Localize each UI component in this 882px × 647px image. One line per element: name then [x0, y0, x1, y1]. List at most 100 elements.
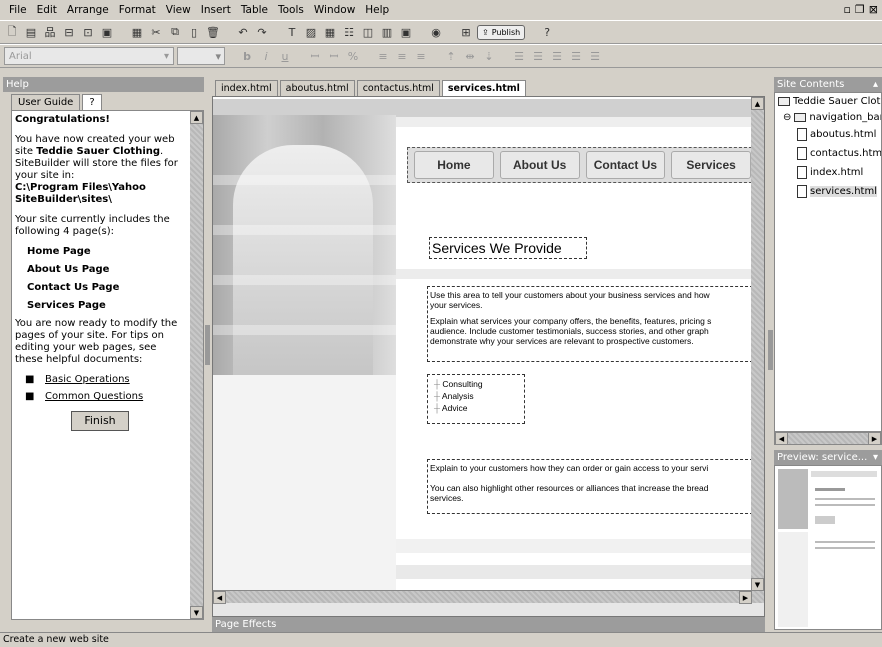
splitter-handle[interactable]: [205, 325, 210, 365]
page-title[interactable]: Services We Provide: [429, 237, 587, 259]
menu-table[interactable]: Table: [236, 4, 273, 16]
scroll-down-icon[interactable]: ▼: [190, 606, 203, 619]
tab-contactus[interactable]: contactus.html: [356, 80, 440, 96]
numbered-list-icon[interactable]: ☰: [530, 48, 546, 64]
services-list[interactable]: Consulting Analysis Advice: [427, 374, 525, 424]
bullet-list-icon[interactable]: ☰: [511, 48, 527, 64]
close-icon[interactable]: ⊠: [869, 3, 878, 16]
nav-home[interactable]: Home: [414, 151, 494, 179]
tab-user-guide[interactable]: User Guide: [11, 94, 81, 110]
image-icon[interactable]: ▨: [303, 24, 319, 40]
chevron-down-icon[interactable]: ▾: [873, 450, 878, 465]
print-icon[interactable]: ▦: [129, 24, 145, 40]
tab-aboutus[interactable]: aboutus.html: [279, 80, 355, 96]
tree-root[interactable]: Teddie Sauer Clot: [778, 96, 880, 107]
editor-scrollbar[interactable]: ▲ ▼: [751, 97, 764, 603]
indent-icon[interactable]: ☰: [568, 48, 584, 64]
minimize-icon[interactable]: ▫: [843, 3, 850, 16]
tree-file[interactable]: aboutus.html: [797, 128, 876, 141]
menu-insert[interactable]: Insert: [196, 4, 236, 16]
outdent-icon[interactable]: ☰: [549, 48, 565, 64]
list-style-icon[interactable]: ☰: [587, 48, 603, 64]
upload-icon[interactable]: ⊞: [458, 24, 474, 40]
new-icon[interactable]: 🗋: [4, 24, 20, 40]
nav-services[interactable]: Services: [671, 151, 751, 179]
splitter-handle[interactable]: [768, 330, 773, 370]
menu-arrange[interactable]: Arrange: [62, 4, 114, 16]
tree-file-selected[interactable]: services.html: [797, 185, 877, 198]
header-photo[interactable]: [213, 115, 396, 375]
scroll-left-icon[interactable]: ◀: [213, 591, 226, 604]
tab-services[interactable]: services.html: [441, 80, 526, 96]
menu-edit[interactable]: Edit: [32, 4, 62, 16]
menu-help[interactable]: Help: [360, 4, 394, 16]
collapse-icon[interactable]: ▴: [873, 77, 878, 92]
undo-icon[interactable]: ↶: [235, 24, 251, 40]
help-icon[interactable]: ?: [539, 24, 555, 40]
basic-operations-link[interactable]: Basic Operations: [45, 374, 130, 385]
site-hscrollbar[interactable]: ◀ ▶: [774, 432, 882, 445]
common-questions-link[interactable]: Common Questions: [45, 391, 143, 402]
align-center-icon[interactable]: ≡: [394, 48, 410, 64]
site-icon[interactable]: 品: [42, 24, 58, 40]
delete-icon[interactable]: 🗑: [205, 24, 221, 40]
menu-tools[interactable]: Tools: [273, 4, 309, 16]
menu-window[interactable]: Window: [309, 4, 360, 16]
scroll-up-icon[interactable]: ▲: [751, 97, 764, 110]
tree-file[interactable]: index.html: [797, 166, 863, 179]
menu-format[interactable]: Format: [114, 4, 161, 16]
editor-hscrollbar[interactable]: ◀ ▶: [213, 590, 753, 604]
columns-icon[interactable]: ▥: [379, 24, 395, 40]
publish-button[interactable]: ⇪ Publish: [477, 24, 526, 40]
page-editor[interactable]: Home About Us Contact Us Services Servic…: [212, 96, 765, 617]
globe-icon[interactable]: ◉: [428, 24, 444, 40]
valign-top-icon[interactable]: ⇡: [443, 48, 459, 64]
tree-file[interactable]: contactus.htm: [797, 147, 881, 160]
navigation-bar[interactable]: Home About Us Contact Us Services: [407, 147, 752, 183]
save-icon[interactable]: ⊡: [80, 24, 96, 40]
page-canvas[interactable]: Home About Us Contact Us Services Servic…: [213, 97, 753, 590]
paste-icon[interactable]: ▯: [186, 24, 202, 40]
services-order-text[interactable]: Explain to your customers how they can o…: [427, 459, 753, 514]
text-color-icon[interactable]: ꟷ: [307, 48, 323, 64]
widget-icon[interactable]: ▣: [398, 24, 414, 40]
tree-folder[interactable]: ⊖ navigation_bar: [783, 112, 881, 123]
finish-button[interactable]: Finish: [71, 411, 129, 431]
help-scrollbar[interactable]: ▲ ▼: [190, 111, 203, 619]
preview-icon[interactable]: ▣: [99, 24, 115, 40]
nav-about-us[interactable]: About Us: [499, 151, 580, 179]
italic-icon[interactable]: i: [258, 48, 274, 64]
tab-index[interactable]: index.html: [215, 80, 278, 96]
tab-help-index[interactable]: ?: [82, 94, 102, 110]
services-intro-text[interactable]: Use this area to tell your customers abo…: [427, 286, 753, 362]
form-icon[interactable]: ☷: [341, 24, 357, 40]
underline-icon[interactable]: u: [277, 48, 293, 64]
align-left-icon[interactable]: ≡: [375, 48, 391, 64]
valign-middle-icon[interactable]: ⇹: [462, 48, 478, 64]
copy-icon[interactable]: ⧉: [167, 24, 183, 40]
cut-icon[interactable]: ✂: [148, 24, 164, 40]
expand-icon[interactable]: ⊖: [783, 112, 791, 123]
highlight-icon[interactable]: ꟷ: [326, 48, 342, 64]
align-right-icon[interactable]: ≡: [413, 48, 429, 64]
link-icon[interactable]: %: [345, 48, 361, 64]
restore-icon[interactable]: ❐: [855, 3, 865, 16]
bold-icon[interactable]: b: [239, 48, 255, 64]
layout-icon[interactable]: ◫: [360, 24, 376, 40]
valign-bottom-icon[interactable]: ⇣: [481, 48, 497, 64]
font-select[interactable]: Arial ▾: [4, 47, 174, 65]
page-effects-panel[interactable]: Page Effects: [212, 617, 765, 632]
scroll-right-icon[interactable]: ▶: [868, 432, 881, 445]
scroll-up-icon[interactable]: ▲: [190, 111, 203, 124]
new-page-icon[interactable]: ▤: [23, 24, 39, 40]
nav-contact-us[interactable]: Contact Us: [585, 151, 666, 179]
redo-icon[interactable]: ↷: [254, 24, 270, 40]
menu-file[interactable]: File: [4, 4, 32, 16]
scroll-left-icon[interactable]: ◀: [775, 432, 788, 445]
menu-view[interactable]: View: [161, 4, 196, 16]
font-size-select[interactable]: ▾: [177, 47, 225, 65]
open-icon[interactable]: ⊟: [61, 24, 77, 40]
scroll-right-icon[interactable]: ▶: [739, 591, 752, 604]
text-box-icon[interactable]: T: [284, 24, 300, 40]
table-icon[interactable]: ▦: [322, 24, 338, 40]
